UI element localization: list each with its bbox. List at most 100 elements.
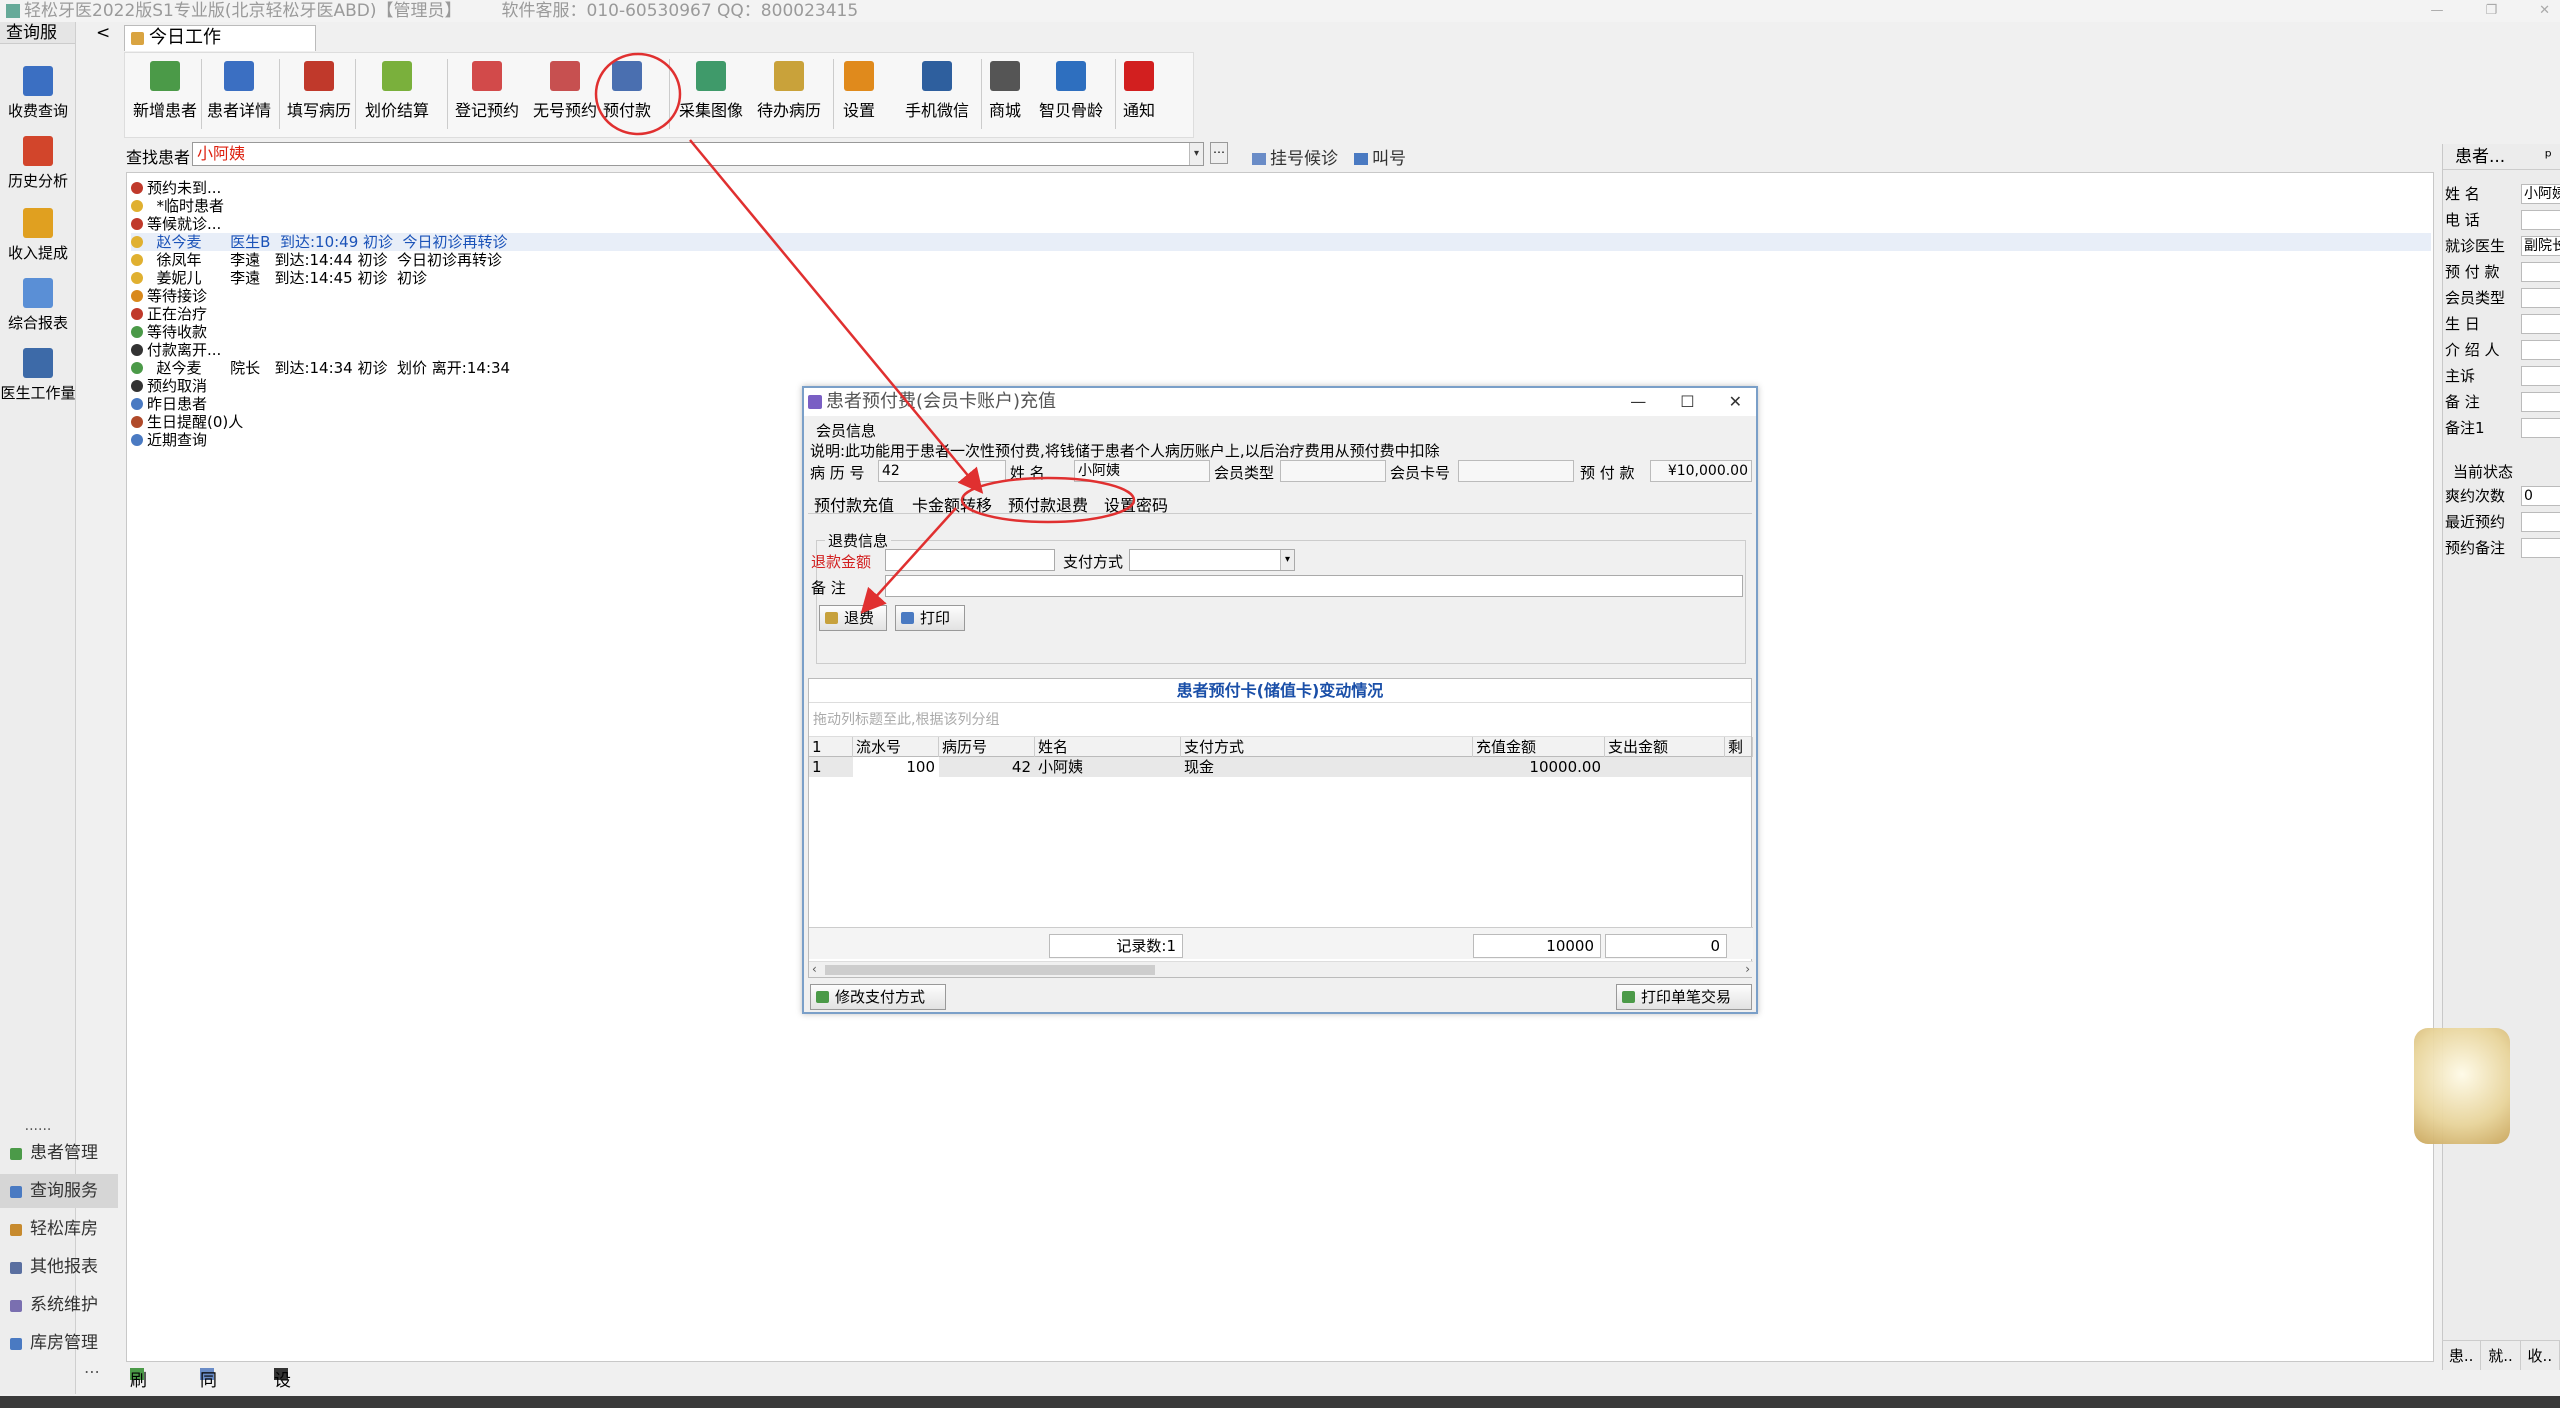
minimize-icon[interactable]: — [2430,0,2443,22]
change-pay-method-button[interactable]: 修改支付方式 [810,984,946,1010]
pin-icon[interactable]: ᵖ [2545,144,2552,170]
info-value [2521,340,2560,360]
state-label: 预约备注 [2445,539,2506,557]
register-wait-link[interactable]: 挂号候诊 [1252,144,1338,169]
grid-column-header[interactable]: 姓名 [1035,737,1181,757]
module-item[interactable]: 其他报表 [0,1250,118,1284]
grid-horizontal-scrollbar[interactable]: ‹ › [809,961,1753,977]
toolbar-button[interactable]: 划价结算 [365,61,429,121]
toolbar-button[interactable]: 新增患者 [133,61,197,121]
toolbar-button[interactable]: 待办病历 [757,61,821,121]
call-number-link[interactable]: 叫号 [1354,144,1406,169]
tab-set-password[interactable]: 设置密码 [1104,492,1168,516]
patient-info-tabs: 患.. 就.. 收.. [2442,1340,2560,1370]
print-single-transaction-button[interactable]: 打印单笔交易 [1616,984,1752,1010]
grid-column-header[interactable]: 流水号 [853,737,939,757]
sidebar-item[interactable]: 收入提成 [0,208,76,263]
table-cell: 10000.00 [1529,758,1601,776]
dialog-bottom-bar: 修改支付方式 打印单笔交易 [808,982,1752,1012]
grid-column-header[interactable]: 支付方式 [1181,737,1473,757]
toolbar-button[interactable]: 通知 [1123,61,1155,121]
refund-button[interactable]: 退费 [819,605,887,631]
toolbar-button[interactable]: 智贝骨龄 [1039,61,1103,121]
table-cell: 现金 [1184,758,1215,776]
tab-prepaid-recharge[interactable]: 预付款充值 [814,492,894,516]
toolbar-button[interactable]: 患者详情 [207,61,271,121]
tree-node[interactable]: 姜妮儿 李遠 到达:14:45 初诊 初诊 [131,269,2431,287]
grid-column-header[interactable]: 病历号 [939,737,1035,757]
info-tab[interactable]: 就.. [2481,1341,2521,1370]
tree-node[interactable]: 等待收款 [131,323,2431,341]
sidebar-item[interactable]: 收费查询 [0,66,76,121]
assistant-avatar[interactable] [2414,1028,2510,1144]
tree-node[interactable]: 正在治疗 [131,305,2431,323]
info-value [2521,288,2560,308]
toolbar-button[interactable]: 登记预约 [455,61,519,121]
state-row: 爽约次数 0 [2443,484,2560,508]
close-icon[interactable]: ✕ [2539,0,2550,22]
module-item[interactable]: 查询服务 [0,1174,118,1208]
more-icon[interactable]: ⋯ [84,1362,100,1381]
grid-column-header[interactable]: 支出金额 [1605,737,1725,757]
scrollbar-thumb[interactable] [825,965,1155,975]
tree-node-label: 近期查询 [147,431,208,449]
chevron-down-icon[interactable]: ▾ [1280,550,1294,570]
sidebar-item[interactable]: 医生工作量 [0,348,76,403]
dialog-maximize-icon[interactable]: ☐ [1680,388,1694,416]
pay-method-select[interactable]: ▾ [1129,549,1295,571]
tree-node[interactable]: *临时患者 [131,197,2431,215]
tree-node[interactable]: 徐凤年 李遠 到达:14:44 初诊 今日初诊再转诊 [131,251,2431,269]
module-item[interactable]: 系统维护 [0,1288,118,1322]
tab-card-transfer[interactable]: 卡金额转移 [912,492,992,516]
info-tab[interactable]: 收.. [2521,1341,2560,1370]
tree-node[interactable]: 赵今麦 院长 到达:14:34 初诊 划价 离开:14:34 [131,359,2431,377]
tree-node[interactable]: 赵今麦 医生B 到达:10:49 初诊 今日初诊再转诊 [131,233,2431,251]
scroll-right-icon[interactable]: › [1745,962,1750,976]
toolbar-button[interactable]: 商城 [989,61,1021,121]
tree-node[interactable]: 等候就诊... [131,215,2431,233]
info-tab[interactable]: 患.. [2442,1341,2482,1370]
info-label: 备注1 [2445,419,2485,437]
toolbar-icon [150,61,180,91]
sidebar-item[interactable]: 历史分析 [0,136,76,191]
tree-node[interactable]: 预约未到... [131,179,2431,197]
toolbar-button[interactable]: 设置 [843,61,875,121]
toolbar-button[interactable]: 手机微信 [905,61,969,121]
tab-prepaid-refund[interactable]: 预付款退费 [1008,492,1088,516]
info-row: 介 绍 人 [2443,338,2560,362]
dialog-close-icon[interactable]: ✕ [1729,388,1742,416]
note-input[interactable] [885,575,1743,597]
toolbar-button[interactable]: 填写病历 [287,61,351,121]
dialog-minimize-icon[interactable]: — [1630,388,1646,416]
refund-info-group: 退费信息 退款金额 支付方式 ▾ 备 注 退费 打印 [811,530,1746,664]
table-row[interactable]: 1 100 42 小阿姨 现金 10000.00 [809,757,1751,777]
sidebar-header-label: 查询服 [6,23,57,43]
print-button[interactable]: 打印 [895,605,965,631]
tree-node-icon [131,200,143,212]
tab-today-work[interactable]: 今日工作 [124,25,316,51]
search-more-button[interactable]: ⋯ [1210,142,1228,164]
scroll-left-icon[interactable]: ‹ [812,962,817,976]
sidebar-item[interactable]: 综合报表 [0,278,76,333]
refund-amount-input[interactable] [885,549,1055,571]
sidebar-header[interactable]: 查询服 < [0,22,110,44]
toolbar-button[interactable]: 采集图像 [679,61,743,121]
restore-icon[interactable]: ❐ [2485,0,2497,22]
tree-node-label: 付款离开... [147,341,222,359]
member-info-section: 会员信息 [816,422,877,440]
module-item[interactable]: 库房管理 [0,1326,118,1360]
module-item[interactable]: 轻松库房 [0,1212,118,1246]
tree-node[interactable]: 付款离开... [131,341,2431,359]
grid-column-header[interactable]: 剩余 [1725,737,1753,776]
toolbar-button[interactable]: 预付款 [603,61,651,121]
module-item[interactable]: 患者管理 [0,1136,118,1170]
sidebar-item-label: 收入提成 [7,244,68,262]
toolbar-button[interactable]: 无号预约 [533,61,597,121]
toolbar-icon [550,61,580,91]
patient-search-input[interactable]: 小阿姨 ▾ [192,142,1204,166]
grid-column-header[interactable]: 1 [809,737,853,757]
tree-node[interactable]: 等待接诊 [131,287,2431,305]
grid-column-header[interactable]: 充值金额 [1473,737,1605,757]
grid-group-panel[interactable]: 拖动列标题至此,根据该列分组 [809,703,1751,737]
chevron-down-icon[interactable]: ▾ [1189,143,1203,165]
